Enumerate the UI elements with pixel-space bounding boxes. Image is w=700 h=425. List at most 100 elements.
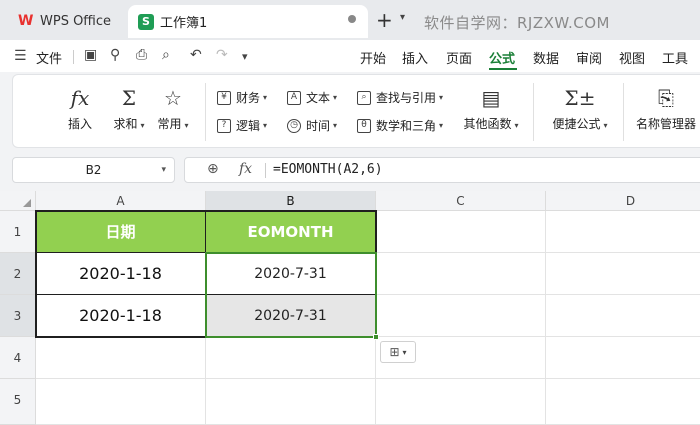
- cell-c5[interactable]: [376, 379, 546, 425]
- menu-file[interactable]: 文件: [36, 48, 62, 67]
- tab-view[interactable]: 视图: [619, 48, 645, 67]
- math-button[interactable]: θ 数学和三角 ▾: [357, 117, 443, 134]
- wps-office-label: WPS Office: [40, 13, 112, 29]
- time-button[interactable]: ◷ 时间 ▾: [287, 117, 337, 134]
- redo-icon[interactable]: ↷: [216, 47, 228, 63]
- cell-c1[interactable]: [376, 211, 546, 253]
- cell-d3[interactable]: [546, 295, 700, 337]
- tab-review[interactable]: 审阅: [576, 48, 602, 67]
- hamburger-menu-icon[interactable]: ☰: [14, 48, 27, 64]
- watermark-text: 软件自学网：RJZXW.COM: [424, 14, 610, 32]
- name-manager-icon: ⎘: [658, 86, 674, 110]
- divider: [265, 163, 266, 178]
- cell-a5[interactable]: [36, 379, 206, 425]
- unsaved-dot-icon[interactable]: [348, 15, 356, 23]
- row-header-5[interactable]: 5: [0, 379, 36, 425]
- common-functions-label: 常用 ▾: [157, 117, 189, 131]
- formula-input[interactable]: =EOMONTH(A2,6): [273, 162, 383, 177]
- spreadsheet-icon: S: [138, 13, 154, 30]
- column-header-b[interactable]: B: [206, 191, 376, 211]
- active-tab-indicator: [489, 68, 517, 70]
- menu-bar: ☰ 文件 ▣ ⚲ ⎙ ⌕ ↶ ↷ ▾ 开始 插入 页面 公式 数据 审阅 视图 …: [0, 40, 700, 72]
- row-header-2[interactable]: 2: [0, 253, 36, 295]
- column-header-a[interactable]: A: [36, 191, 206, 211]
- quick-formula-button[interactable]: Σ± 便捷公式 ▾: [547, 85, 613, 132]
- cell-a1[interactable]: 日期: [36, 211, 206, 253]
- undo-icon[interactable]: ↶: [190, 47, 202, 63]
- cell-d1[interactable]: [546, 211, 700, 253]
- fx-icon[interactable]: fx: [239, 161, 252, 177]
- zoom-icon[interactable]: ⊕: [207, 161, 219, 177]
- document-tab[interactable]: S 工作簿1: [128, 5, 368, 38]
- lookup-button[interactable]: ⌕ 查找与引用 ▾: [357, 89, 443, 106]
- star-icon: ☆: [164, 86, 182, 110]
- new-tab-icon[interactable]: +: [376, 8, 393, 32]
- document-tab-label: 工作簿1: [160, 16, 208, 31]
- tab-insert[interactable]: 插入: [402, 48, 428, 67]
- calendar-icon: ▤: [481, 86, 501, 110]
- logic-icon: ?: [217, 118, 231, 133]
- tab-home[interactable]: 开始: [360, 48, 386, 67]
- cell-a3[interactable]: 2020-1-18: [36, 295, 206, 337]
- lookup-icon: ⌕: [357, 90, 371, 105]
- cell-a4[interactable]: [36, 337, 206, 379]
- other-functions-button[interactable]: ▤ 其他函数 ▾: [459, 85, 523, 132]
- formula-bar[interactable]: ⊕ fx =EOMONTH(A2,6): [184, 157, 700, 183]
- link-icon[interactable]: ⚲: [110, 47, 120, 63]
- logic-button[interactable]: ? 逻辑 ▾: [217, 117, 267, 134]
- sigma-icon: Σ: [121, 86, 137, 110]
- divider: [533, 83, 534, 141]
- paste-options-icon: ⊞: [389, 345, 400, 359]
- name-box[interactable]: B2 ▾: [12, 157, 175, 183]
- column-header-c[interactable]: C: [376, 191, 546, 211]
- print-icon[interactable]: ⎙: [136, 47, 147, 63]
- wps-logo-icon: W: [18, 13, 34, 29]
- cell-d4[interactable]: [546, 337, 700, 379]
- text-icon: A: [287, 90, 301, 105]
- finance-button[interactable]: ¥ 财务 ▾: [217, 89, 267, 106]
- row-header-3[interactable]: 3: [0, 295, 36, 337]
- paste-options-button[interactable]: ⊞ ▾: [380, 341, 416, 363]
- cell-b4[interactable]: [206, 337, 376, 379]
- cell-b2[interactable]: 2020-7-31: [206, 253, 376, 295]
- divider: [205, 83, 206, 141]
- select-all-corner[interactable]: [0, 191, 36, 211]
- spreadsheet-grid: A B C D 1 2 3 4 5 日期 EOMONTH 2020-1-18 2…: [0, 191, 700, 425]
- math-icon: θ: [357, 118, 371, 133]
- chevron-down-icon[interactable]: ▾: [161, 158, 166, 182]
- divider: [623, 83, 624, 141]
- autosum-button[interactable]: Σ 求和 ▾: [107, 85, 151, 132]
- row-header-1[interactable]: 1: [0, 211, 36, 253]
- autosum-label: 求和 ▾: [113, 117, 145, 131]
- cell-a2[interactable]: 2020-1-18: [36, 253, 206, 295]
- column-header-d[interactable]: D: [546, 191, 700, 211]
- insert-function-label: 插入: [67, 117, 92, 131]
- sigma-plus-icon: Σ±: [564, 86, 596, 110]
- cell-b3[interactable]: 2020-7-31: [206, 295, 376, 337]
- save-icon[interactable]: ▣: [84, 47, 97, 63]
- cell-b1[interactable]: EOMONTH: [206, 211, 376, 253]
- cell-c3[interactable]: [376, 295, 546, 337]
- row-header-4[interactable]: 4: [0, 337, 36, 379]
- print-preview-icon[interactable]: ⌕: [162, 47, 170, 63]
- name-manager-button[interactable]: ⎘ 名称管理器: [631, 85, 700, 132]
- chevron-down-icon[interactable]: ▾: [400, 12, 405, 23]
- name-manager-label: 名称管理器: [635, 117, 696, 131]
- text-button[interactable]: A 文本 ▾: [287, 89, 337, 106]
- tab-tools[interactable]: 工具: [662, 48, 688, 67]
- cell-d2[interactable]: [546, 253, 700, 295]
- cell-d5[interactable]: [546, 379, 700, 425]
- fill-handle[interactable]: [373, 334, 379, 340]
- finance-icon: ¥: [217, 90, 231, 105]
- more-chevron-icon[interactable]: ▾: [242, 50, 248, 63]
- chevron-down-icon: ▾: [402, 347, 407, 357]
- tab-data[interactable]: 数据: [533, 48, 559, 67]
- cell-c2[interactable]: [376, 253, 546, 295]
- cell-b5[interactable]: [206, 379, 376, 425]
- insert-function-button[interactable]: fx 插入: [63, 85, 97, 132]
- tab-formulas[interactable]: 公式: [489, 48, 515, 67]
- common-functions-button[interactable]: ☆ 常用 ▾: [151, 85, 195, 132]
- title-bar: W WPS Office S 工作簿1 + ▾ 软件自学网：RJZXW.COM: [0, 0, 700, 40]
- wps-office-tab[interactable]: W WPS Office: [8, 6, 124, 36]
- tab-page[interactable]: 页面: [446, 48, 472, 67]
